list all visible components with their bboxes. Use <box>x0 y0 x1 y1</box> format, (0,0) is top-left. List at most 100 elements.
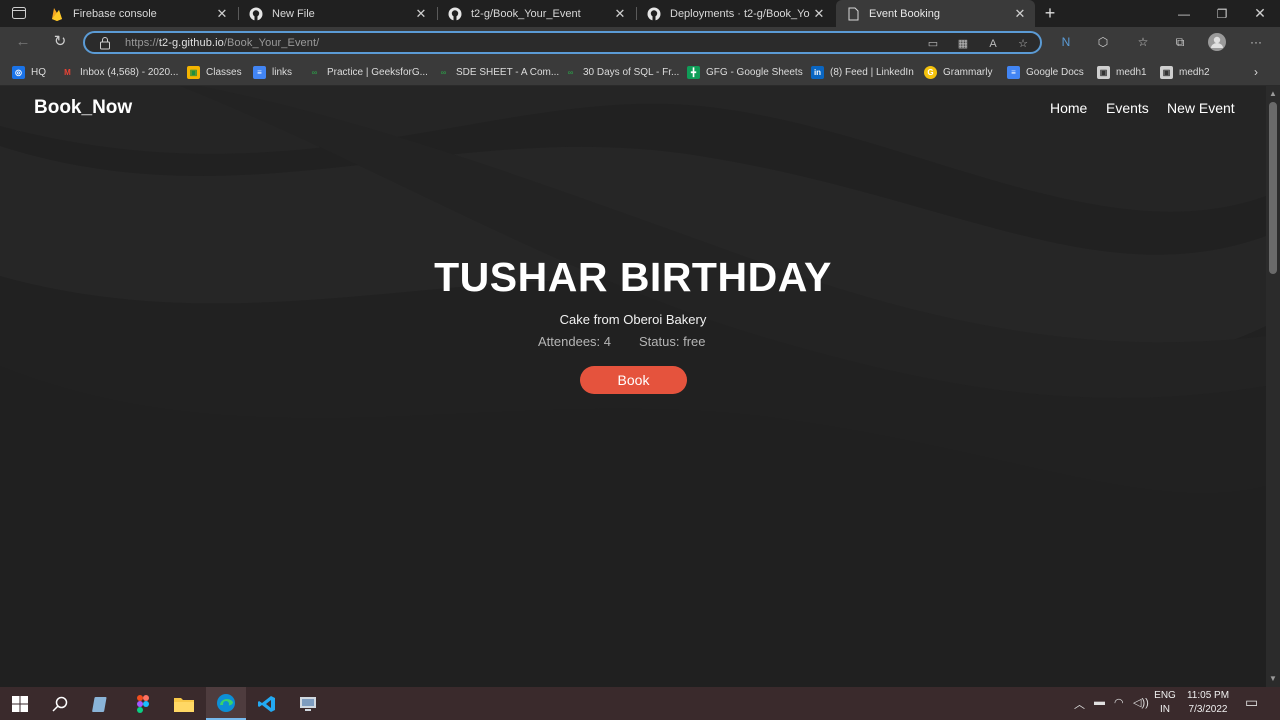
firebase-icon <box>49 6 65 22</box>
tab-label: New File <box>272 7 315 20</box>
scroll-thumb[interactable] <box>1269 102 1277 274</box>
scroll-down-icon[interactable]: ▼ <box>1266 673 1280 685</box>
site-brand[interactable]: Book_Now <box>34 97 132 119</box>
tab-bar: Firebase console ✕ New File ✕ t2-g/Book_… <box>0 0 1280 27</box>
chevron-up-icon[interactable]: ︿ <box>1074 696 1085 712</box>
apps-icon[interactable]: ▦ <box>955 36 971 52</box>
new-tab-icon[interactable]: + <box>1040 4 1060 22</box>
github-icon <box>646 6 662 22</box>
scroll-up-icon[interactable]: ▲ <box>1266 88 1280 100</box>
github-icon <box>447 6 463 22</box>
github-icon <box>248 6 264 22</box>
tab-event-booking[interactable]: Event Booking ✕ <box>836 0 1035 27</box>
tab-label: t2-g/Book_Your_Event <box>471 7 581 20</box>
extension-n-icon[interactable]: N <box>1057 33 1075 51</box>
notepad-icon[interactable] <box>81 687 121 720</box>
restore-icon[interactable]: ❐ <box>1203 0 1241 27</box>
book-button[interactable]: Book <box>580 366 687 394</box>
classroom-icon: ▣ <box>187 65 200 79</box>
docs-icon: ≡ <box>253 65 266 79</box>
close-tab-icon[interactable]: ✕ <box>412 6 430 22</box>
tab-repo[interactable]: t2-g/Book_Your_Event ✕ <box>438 0 635 27</box>
close-tab-icon[interactable]: ✕ <box>213 6 231 22</box>
bookmark-item[interactable]: ≡ Google Docs <box>1007 64 1084 80</box>
minimize-icon[interactable]: — <box>1165 0 1203 27</box>
close-tab-icon[interactable]: ✕ <box>611 6 629 22</box>
gfg-icon: ∞ <box>567 67 574 77</box>
grammarly-icon: G <box>924 65 937 79</box>
close-tab-icon[interactable]: ✕ <box>1011 6 1029 22</box>
event-description: Cake from Oberoi Bakery <box>559 312 707 327</box>
bookmark-item[interactable]: ▣ medh2 <box>1160 64 1210 80</box>
extension-icon[interactable]: ⬡ <box>1094 33 1112 51</box>
language-indicator[interactable]: ENG IN <box>1150 689 1180 717</box>
file-explorer-icon[interactable] <box>164 687 204 720</box>
docs-icon: ≡ <box>1007 65 1020 79</box>
clock[interactable]: 11:05 PM 7/3/2022 <box>1182 689 1234 717</box>
gmail-icon: M <box>64 67 71 77</box>
battery-icon[interactable]: ▬ <box>1094 696 1105 708</box>
taskbar: ︿ ▬ ◠ ◁)) ENG IN 11:05 PM 7/3/2022 ▭ <box>0 687 1280 720</box>
scrollbar[interactable]: ▲ ▼ <box>1266 86 1280 687</box>
wifi-icon[interactable]: ◠ <box>1114 696 1124 709</box>
bookmark-item[interactable]: in (8) Feed | LinkedIn <box>811 64 914 80</box>
close-tab-icon[interactable]: ✕ <box>810 6 828 22</box>
tab-label: Deployments · t2-g/Book_Your_E <box>670 7 810 20</box>
notification-icon[interactable]: ▭ <box>1245 694 1258 711</box>
device-icon[interactable]: ▭ <box>925 36 941 52</box>
page-icon <box>845 6 861 22</box>
tab-label: Firebase console <box>73 7 157 20</box>
tab-new-file[interactable]: New File ✕ <box>239 0 436 27</box>
bookmark-item[interactable]: ≡ links <box>253 64 292 80</box>
bookmark-item[interactable]: M Inbox (4,568) - 2020... <box>61 64 178 80</box>
browser-chrome: Firebase console ✕ New File ✕ t2-g/Book_… <box>0 0 1280 86</box>
nav-home[interactable]: Home <box>1050 100 1087 116</box>
chevron-right-icon[interactable]: › <box>1254 64 1258 80</box>
search-icon[interactable] <box>40 687 80 720</box>
bookmark-item[interactable]: ▣ medh1 <box>1097 64 1147 80</box>
gfg-icon: ∞ <box>311 67 318 77</box>
favorites-icon[interactable]: ☆ <box>1134 33 1152 51</box>
more-icon[interactable]: ··· <box>1247 33 1265 51</box>
back-icon[interactable]: ← <box>12 32 34 52</box>
lock-icon <box>99 36 113 50</box>
profile-avatar-icon[interactable] <box>1208 33 1226 51</box>
address-bar[interactable]: https://t2-g.github.io/Book_Your_Event/ … <box>83 31 1042 54</box>
favorite-add-icon[interactable]: ☆ <box>1015 36 1031 52</box>
collections-icon[interactable]: ⧉ <box>1171 33 1189 51</box>
bookmark-item[interactable]: ◎ HQ <box>12 64 46 80</box>
sheets-icon: ╋ <box>687 65 700 79</box>
bookmark-item[interactable]: ∞ 30 Days of SQL - Fr... <box>564 64 680 80</box>
bookmark-item[interactable]: ╋ GFG - Google Sheets <box>687 64 803 80</box>
bookmark-item[interactable]: ∞ Practice | GeeksforG... <box>308 64 428 80</box>
tab-deployments[interactable]: Deployments · t2-g/Book_Your_E ✕ <box>637 0 834 27</box>
nav-events[interactable]: Events <box>1106 100 1149 116</box>
nav-new-event[interactable]: New Event <box>1167 100 1235 116</box>
read-aloud-icon[interactable]: A <box>985 36 1001 52</box>
bookmark-item[interactable]: G Grammarly <box>924 64 992 80</box>
url-text[interactable]: https://t2-g.github.io/Book_Your_Event/ <box>125 37 319 49</box>
windows-start-icon[interactable] <box>0 687 40 720</box>
bookmark-item[interactable]: ▣ Classes <box>187 64 242 80</box>
tab-firebase-console[interactable]: Firebase console ✕ <box>40 0 237 27</box>
refresh-icon[interactable]: ↻ <box>49 32 71 52</box>
gfg-icon: ∞ <box>440 67 447 77</box>
toolbar: ← ↻ https://t2-g.github.io/Book_Your_Eve… <box>0 27 1280 58</box>
medh-icon: ▣ <box>1097 65 1110 79</box>
figma-icon[interactable] <box>123 687 163 720</box>
hq-icon: ◎ <box>12 65 25 79</box>
event-status: Status: free <box>639 334 706 349</box>
volume-icon[interactable]: ◁)) <box>1133 696 1149 709</box>
vscode-icon[interactable] <box>247 687 287 720</box>
tab-actions-icon[interactable] <box>8 5 30 21</box>
bookmark-item[interactable]: ∞ SDE SHEET - A Com... <box>437 64 560 80</box>
event-title: TUSHAR BIRTHDAY <box>434 254 832 300</box>
remote-desktop-icon[interactable] <box>288 687 328 720</box>
close-window-icon[interactable]: ✕ <box>1241 0 1279 27</box>
event-attendees: Attendees: 4 <box>538 334 611 349</box>
tab-label: Event Booking <box>869 7 940 20</box>
edge-icon[interactable] <box>206 687 246 720</box>
linkedin-icon: in <box>811 65 824 79</box>
web-page: Book_Now Home Events New Event TUSHAR BI… <box>0 86 1266 687</box>
bookmarks-bar: ◎ HQ M Inbox (4,568) - 2020... ▣ Classes ≡ l… <box>0 58 1280 86</box>
